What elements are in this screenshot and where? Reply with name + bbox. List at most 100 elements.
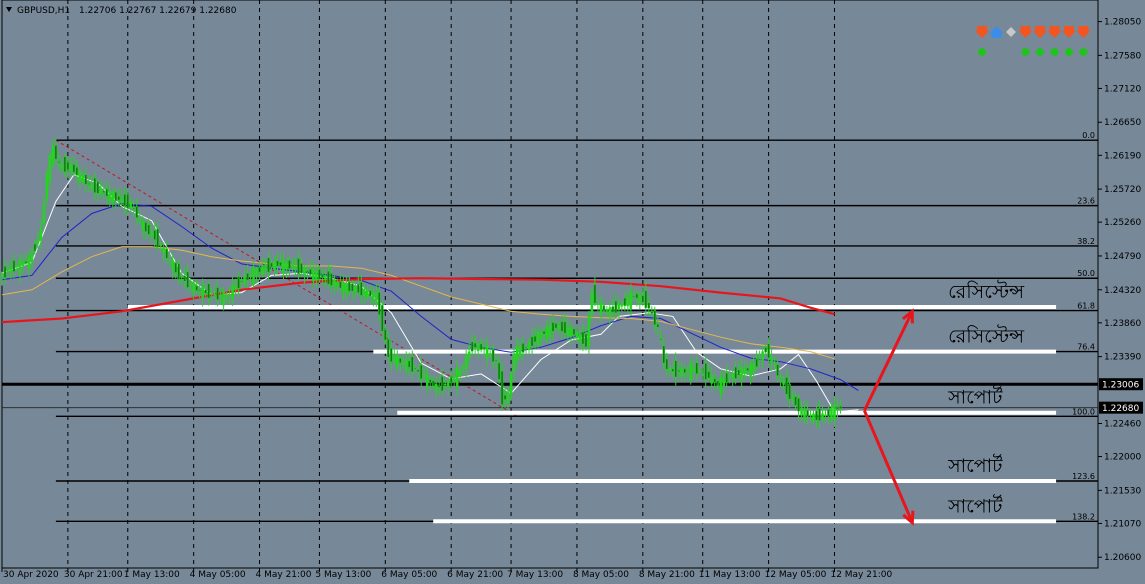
signal-dot-icon [1050,48,1059,56]
signal-up-icon [989,26,1004,38]
candle-body [198,290,201,292]
candle-body [494,359,498,362]
candle-body [734,366,737,379]
candle-body [791,397,794,399]
candle-body [39,228,43,241]
candle-body [288,260,291,269]
y-tick-label: 1.23390 [1104,353,1141,363]
symbol-menu-icon[interactable] [6,7,12,12]
candle-body [150,232,154,236]
candle-body [303,267,306,276]
candle-body [839,405,842,409]
candle-body [563,321,567,334]
fibonacci-level-label: 38.2 [1077,237,1095,246]
y-tick-label: 1.22460 [1104,419,1141,429]
candle-body [830,407,833,419]
candle-body [455,368,459,388]
candle-body [782,381,785,385]
candle-body [105,188,109,197]
x-tick-label: 4 May 05:00 [190,570,246,580]
candle-body [60,164,64,169]
candle-body [126,193,130,209]
candle-body [366,289,369,298]
candle-body [321,274,324,278]
candle-body [339,281,342,289]
candle-body [48,154,52,183]
candle-body [384,329,387,341]
candle-body [395,355,399,367]
candle-body [518,346,522,356]
signal-dot-icon [978,48,986,56]
candle-body [677,369,681,373]
candle-body [794,396,797,406]
candle-body [195,285,198,291]
candle-body [431,380,435,387]
candle-body [788,383,791,400]
x-tick-label: 7 May 13:00 [507,570,563,580]
candle-body [270,262,273,268]
price-chart[interactable]: 0.0 23.6 38.2 50.0 61.8 76.4 100.0 123.6 138.2 3… [0,0,1145,584]
candle-body [54,145,58,160]
candle-body [425,374,429,388]
candle-body [650,311,654,314]
candle-body [99,188,103,195]
candle-body [228,294,231,296]
candle-body [581,331,585,345]
candle-body [93,177,97,194]
candle-body [623,297,627,306]
candle-body [36,238,40,244]
forecast-arrow [863,310,914,412]
candle-body [641,295,645,303]
candle-body [345,282,348,295]
candle-body [249,274,252,277]
candle-body [378,292,381,316]
candle-body [342,282,345,293]
y-tick-label: 1.23860 [1104,319,1141,329]
candle-body [66,161,70,170]
candle-body [96,181,100,194]
signal-down-icon [975,26,989,38]
candle-body [500,370,504,405]
candle-body [608,307,612,317]
candle-body [285,262,288,270]
candle-body [204,289,207,294]
candle-body [252,266,255,285]
x-tick-label: 8 May 21:00 [639,570,695,580]
candle-body [440,376,444,392]
candle-body [548,325,552,337]
candle-body [761,351,764,361]
candle-body [773,364,776,367]
x-tick-label: 6 May 05:00 [381,570,437,580]
candle-body [207,283,210,299]
candle-body [470,341,474,352]
candle-body [755,358,758,368]
candle-body [674,360,678,378]
candle-body [413,367,417,370]
candle-body [416,369,420,373]
chart-window[interactable]: 0.0 23.6 38.2 50.0 61.8 76.4 100.0 123.6 138.2 3… [0,0,1145,584]
candle-body [12,260,16,272]
candle-body [360,282,363,296]
candle-body [72,164,76,173]
candle-body [683,368,687,373]
y-tick-label: 1.22000 [1104,453,1141,463]
y-tick-label: 1.24320 [1104,286,1141,296]
candle-body [120,198,124,204]
candle-body [90,184,94,189]
candle-body [261,265,264,275]
y-tick-label: 1.20600 [1104,553,1141,563]
candle-body [638,295,642,303]
candle-body [602,305,606,311]
candle-body [599,303,603,315]
candle-body [255,269,258,276]
candle-body [372,293,375,299]
candle-body [84,174,88,185]
candle-body [620,303,624,307]
moving-average-line [1,202,859,391]
candle-body [389,348,393,363]
signal-down-icon [1018,26,1033,38]
candle-body [521,343,525,353]
candle-body [785,377,788,395]
candle-body [479,343,483,350]
candle-body [818,408,821,421]
